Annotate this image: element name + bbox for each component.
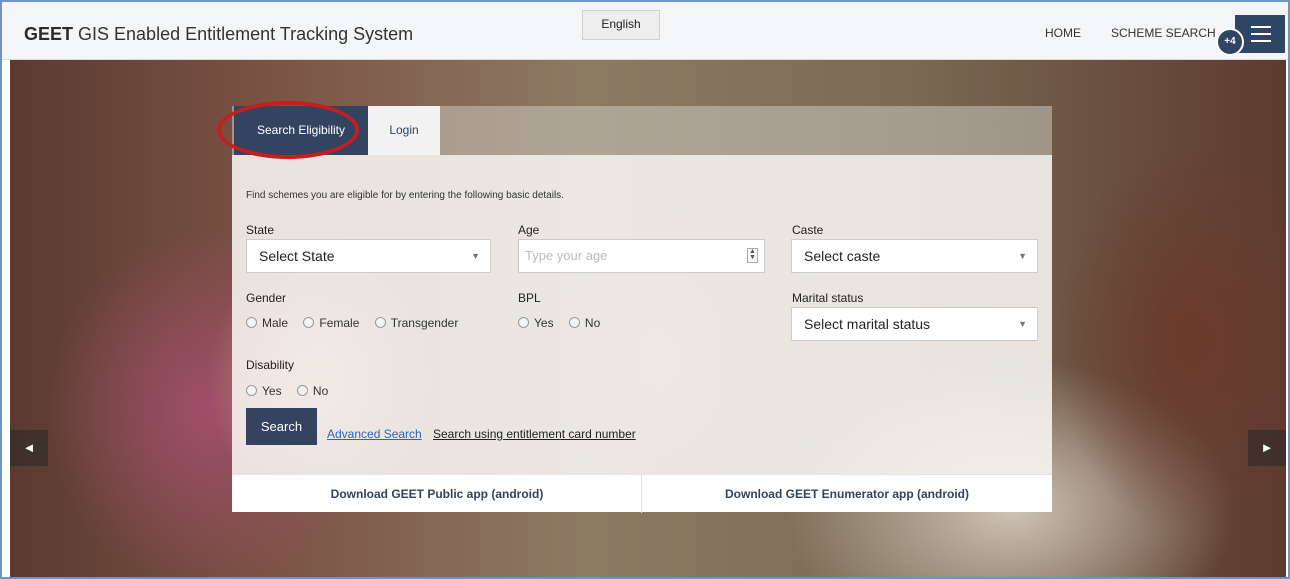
marital-status-value: Select marital status bbox=[804, 316, 931, 332]
bpl-radio-group: Yes No bbox=[518, 316, 612, 330]
bpl-option-label: Yes bbox=[534, 316, 554, 330]
radio-icon[interactable] bbox=[374, 317, 386, 328]
bpl-option-no[interactable]: No bbox=[568, 316, 601, 330]
bpl-option-yes[interactable]: Yes bbox=[518, 316, 554, 330]
gender-label: Gender bbox=[246, 291, 287, 305]
disability-option-label: Yes bbox=[262, 384, 282, 398]
browser-frame: GEET GIS Enabled Entitlement Tracking Sy… bbox=[0, 0, 1290, 579]
state-select[interactable]: Select State ▼ bbox=[246, 239, 491, 273]
caste-select[interactable]: Select caste ▼ bbox=[791, 239, 1038, 273]
brand-tagline: GIS Enabled Entitlement Tracking System bbox=[73, 24, 414, 44]
search-button[interactable]: Search bbox=[246, 408, 317, 445]
marital-status-select[interactable]: Select marital status ▼ bbox=[791, 307, 1038, 341]
gender-option-female[interactable]: Female bbox=[303, 316, 359, 330]
download-apps-bar: Download GEET Public app (android) Downl… bbox=[232, 474, 1052, 513]
disability-label: Disability bbox=[246, 358, 295, 372]
eligibility-panel: Search Eligibility Login Find schemes yo… bbox=[232, 106, 1052, 513]
radio-icon[interactable] bbox=[296, 385, 308, 396]
annotation-highlight-circle bbox=[217, 101, 359, 159]
download-public-app-link[interactable]: Download GEET Public app (android) bbox=[232, 475, 642, 513]
notification-badge[interactable]: +4 bbox=[1216, 28, 1244, 56]
gender-option-label: Transgender bbox=[390, 316, 459, 330]
age-input[interactable]: Type your age ▲ ▼ bbox=[518, 239, 765, 273]
radio-icon[interactable] bbox=[518, 317, 529, 328]
search-form: Find schemes you are eligible for by ent… bbox=[232, 155, 1052, 513]
chevron-down-icon: ▼ bbox=[1018, 251, 1027, 261]
gender-radio-group: Male Female Transgender bbox=[246, 316, 470, 330]
form-intro-text: Find schemes you are eligible for by ent… bbox=[246, 190, 564, 201]
stepper-icon[interactable]: ▲ ▼ bbox=[747, 248, 758, 263]
language-selector[interactable]: English bbox=[582, 10, 660, 40]
gender-option-label: Female bbox=[319, 316, 360, 330]
disability-option-yes[interactable]: Yes bbox=[246, 384, 282, 398]
brand-name: GEET bbox=[24, 24, 74, 44]
menu-icon-bar bbox=[1251, 33, 1271, 35]
radio-icon[interactable] bbox=[303, 317, 315, 328]
gender-option-label: Male bbox=[262, 316, 289, 330]
menu-icon-bar bbox=[1251, 40, 1271, 42]
menu-icon bbox=[1251, 26, 1271, 28]
carousel-next-button[interactable]: ► bbox=[1248, 430, 1286, 466]
bpl-label: BPL bbox=[518, 291, 541, 305]
age-placeholder: Type your age bbox=[525, 248, 608, 263]
disability-option-no[interactable]: No bbox=[296, 384, 329, 398]
chevron-down-icon: ▼ bbox=[471, 251, 480, 261]
chevron-down-icon: ▼ bbox=[1018, 319, 1027, 329]
carousel-prev-button[interactable]: ◄ bbox=[10, 430, 48, 466]
radio-icon[interactable] bbox=[246, 385, 257, 396]
download-enumerator-app-link[interactable]: Download GEET Enumerator app (android) bbox=[642, 475, 1052, 513]
nav-scheme-search[interactable]: SCHEME SEARCH bbox=[1111, 26, 1216, 40]
gender-option-male[interactable]: Male bbox=[246, 316, 288, 330]
disability-radio-group: Yes No bbox=[246, 384, 340, 398]
radio-icon[interactable] bbox=[568, 317, 580, 328]
state-select-value: Select State bbox=[259, 248, 335, 264]
advanced-search-link[interactable]: Advanced Search bbox=[327, 427, 422, 441]
top-navbar: GEET GIS Enabled Entitlement Tracking Sy… bbox=[2, 2, 1288, 60]
site-brand[interactable]: GEET GIS Enabled Entitlement Tracking Sy… bbox=[24, 24, 413, 45]
disability-option-label: No bbox=[312, 384, 329, 398]
gender-option-transgender[interactable]: Transgender bbox=[374, 316, 459, 330]
caste-select-value: Select caste bbox=[804, 248, 881, 264]
tab-login[interactable]: Login bbox=[368, 106, 440, 155]
radio-icon[interactable] bbox=[246, 317, 257, 328]
state-label: State bbox=[246, 223, 275, 237]
marital-status-label: Marital status bbox=[792, 291, 864, 305]
nav-home[interactable]: HOME bbox=[1045, 26, 1081, 40]
bpl-option-label: No bbox=[584, 316, 601, 330]
entitlement-card-search-link[interactable]: Search using entitlement card number bbox=[433, 427, 636, 441]
caste-label: Caste bbox=[792, 223, 824, 237]
age-label: Age bbox=[518, 223, 540, 237]
